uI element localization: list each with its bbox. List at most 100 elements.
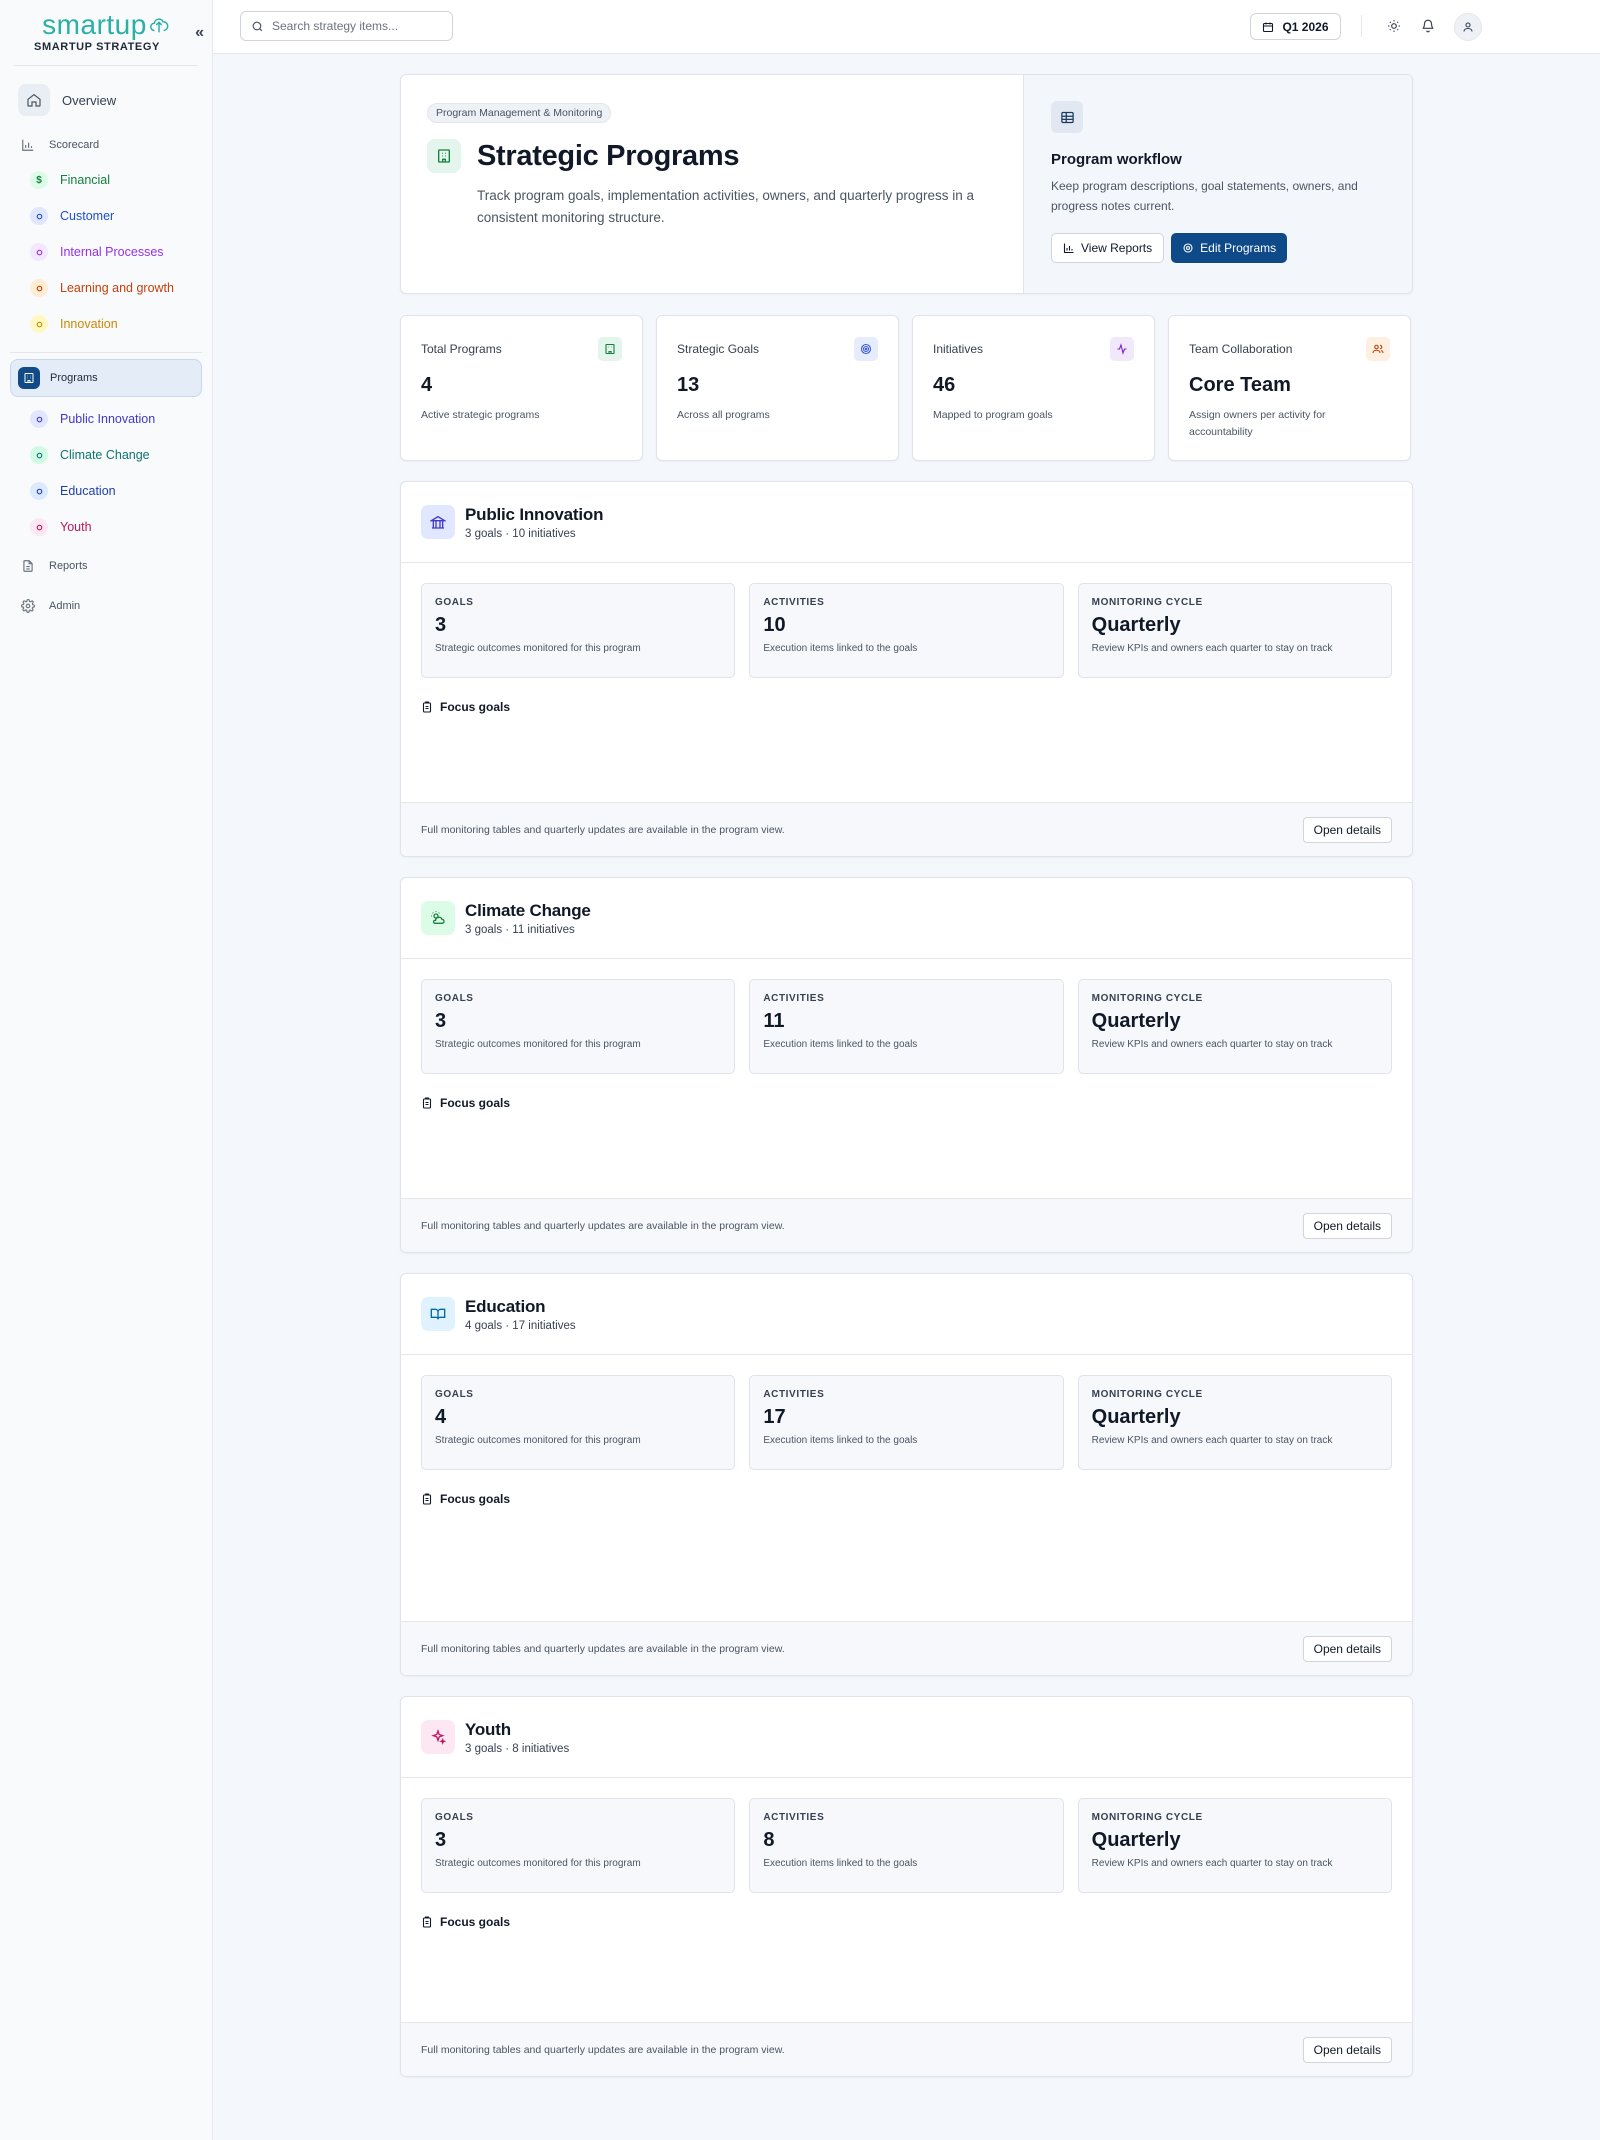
monitoring-cycle-metric: MONITORING CYCLE Quarterly Review KPIs and…: [1077, 979, 1392, 1074]
sidebar-item-programs[interactable]: Programs: [10, 359, 202, 397]
open-details-button[interactable]: Open details: [1302, 2036, 1392, 2063]
public-innovation-icon: [30, 410, 48, 428]
stat-value: Core Team: [1189, 374, 1291, 396]
sidebar-item-label: Climate Change: [60, 448, 150, 462]
metric-subtext: Review KPIs and owners each quarter to s…: [1091, 643, 1333, 654]
program-card-footer: Full monitoring tables and quarterly upd…: [401, 1198, 1412, 1252]
program-meta: 4 goals · 17 initiatives: [465, 1319, 576, 1332]
youth-icon: [30, 518, 48, 536]
collapse-sidebar-button[interactable]: «: [195, 24, 204, 42]
brand: smartup SMARTUP STRATEGY «: [14, 0, 204, 66]
search-icon: [252, 21, 263, 31]
program-card-body: GOALS 3 Strategic outcomes monitored for t…: [401, 959, 1412, 1198]
education-icon: [30, 482, 48, 500]
home-icon: [18, 84, 50, 116]
gear-icon: [19, 597, 37, 615]
sidebar-item-overview[interactable]: Overview: [10, 80, 202, 120]
metric-value: Quarterly: [1091, 1010, 1181, 1032]
search-box[interactable]: [240, 11, 453, 41]
sidebar: smartup SMARTUP STRATEGY « Overview Scor…: [0, 0, 213, 2140]
sidebar-item-innovation[interactable]: Innovation: [10, 306, 202, 342]
metric-value: 17: [763, 1406, 786, 1428]
view-reports-button[interactable]: View Reports: [1051, 233, 1165, 263]
monitoring-cycle-metric: MONITORING CYCLE Quarterly Review KPIs and…: [1077, 1375, 1392, 1470]
program-name: Youth: [465, 1719, 511, 1739]
metric-label: ACTIVITIES: [763, 1389, 825, 1400]
search-input[interactable]: [272, 19, 442, 33]
page-title: Strategic Programs: [477, 139, 740, 172]
open-book-icon: [421, 1297, 455, 1331]
open-details-button[interactable]: Open details: [1302, 1635, 1392, 1662]
activities-metric: ACTIVITIES 17 Execution items linked to th…: [749, 1375, 1064, 1470]
metric-label: ACTIVITIES: [763, 1812, 825, 1823]
sidebar-item-financial[interactable]: $ Financial: [10, 162, 202, 198]
sidebar-item-internal-processes[interactable]: Internal Processes: [10, 234, 202, 270]
sidebar-divider: [10, 352, 202, 353]
metric-label: ACTIVITIES: [763, 993, 825, 1004]
metric-subtext: Strategic outcomes monitored for this pr…: [435, 1435, 641, 1446]
edit-programs-button[interactable]: Edit Programs: [1171, 233, 1288, 263]
logo[interactable]: smartup: [42, 11, 170, 39]
program-card-education: Education 4 goals · 17 initiatives GOALS 4 S…: [400, 1273, 1413, 1676]
clipboard-icon: [422, 1493, 432, 1505]
sidebar-item-label: Learning and growth: [60, 281, 174, 295]
metric-subtext: Review KPIs and owners each quarter to s…: [1091, 1858, 1333, 1869]
bell-icon[interactable]: [1417, 15, 1439, 37]
theme-toggle-sun-icon[interactable]: [1383, 15, 1405, 37]
user-avatar[interactable]: [1454, 13, 1482, 41]
sidebar-item-public-innovation[interactable]: Public Innovation: [10, 401, 202, 437]
stat-card-total-programs: Total Programs 4 Active strategic progra…: [400, 315, 643, 461]
sidebar-item-scorecard[interactable]: Scorecard: [10, 128, 202, 162]
metric-label: MONITORING CYCLE: [1091, 597, 1203, 608]
target-icon: [854, 337, 878, 361]
program-meta: 3 goals · 11 initiatives: [465, 923, 575, 936]
top-separator: [1361, 15, 1362, 37]
sidebar-item-label: Reports: [49, 560, 88, 572]
sidebar-item-reports[interactable]: Reports: [10, 549, 202, 583]
sidebar-item-admin[interactable]: Admin: [10, 589, 202, 623]
focus-goals-label: Focus goals: [440, 700, 511, 714]
sidebar-item-learning-and-growth[interactable]: Learning and growth: [10, 270, 202, 306]
focus-goals-heading: Focus goals: [421, 1096, 1392, 1110]
table-icon: [1051, 101, 1083, 133]
metric-label: MONITORING CYCLE: [1091, 1389, 1203, 1400]
monitoring-cycle-metric: MONITORING CYCLE Quarterly Review KPIs and…: [1077, 583, 1392, 678]
activities-metric: ACTIVITIES 10 Execution items linked to th…: [749, 583, 1064, 678]
gear-icon: [1183, 243, 1193, 253]
top-bar: Q1 2026: [213, 0, 1600, 54]
sidebar-item-label: Internal Processes: [60, 245, 164, 259]
metric-subtext: Strategic outcomes monitored for this pr…: [435, 643, 641, 654]
building-icon: [598, 337, 622, 361]
user-icon: [1463, 22, 1473, 32]
sidebar-nav: Overview Scorecard $ Financial Customer Int…: [0, 66, 212, 637]
footer-note: Full monitoring tables and quarterly upd…: [421, 1219, 785, 1232]
open-details-button[interactable]: Open details: [1302, 1212, 1392, 1239]
sidebar-item-climate-change[interactable]: Climate Change: [10, 437, 202, 473]
stat-label: Initiatives: [933, 342, 984, 356]
quarter-selector[interactable]: Q1 2026: [1250, 13, 1341, 40]
goals-metric: GOALS 4 Strategic outcomes monitored for t…: [421, 1375, 736, 1470]
program-meta: 3 goals · 8 initiatives: [465, 1742, 570, 1755]
sidebar-item-customer[interactable]: Customer: [10, 198, 202, 234]
calendar-icon: [1263, 22, 1274, 32]
quarter-label: Q1 2026: [1282, 19, 1329, 34]
metric-label: GOALS: [435, 597, 474, 608]
sidebar-item-education[interactable]: Education: [10, 473, 202, 509]
sidebar-item-label: Education: [60, 484, 116, 498]
sidebar-item-youth[interactable]: Youth: [10, 509, 202, 545]
metric-value: Quarterly: [1091, 614, 1181, 636]
footer-note: Full monitoring tables and quarterly upd…: [421, 2043, 785, 2056]
financial-icon: $: [30, 171, 48, 189]
stat-subtext: Across all programs: [677, 409, 770, 421]
program-card-body: GOALS 3 Strategic outcomes monitored for t…: [401, 1778, 1412, 2022]
program-card-header: Public Innovation 3 goals · 10 initiative…: [401, 482, 1412, 563]
goals-metric: GOALS 3 Strategic outcomes monitored for t…: [421, 1798, 736, 1893]
sidebar-item-label: Innovation: [60, 317, 118, 331]
program-name: Education: [465, 1296, 546, 1316]
focus-goals-heading: Focus goals: [421, 1915, 1392, 1929]
focus-goals-label: Focus goals: [440, 1096, 511, 1110]
open-details-button[interactable]: Open details: [1302, 816, 1392, 843]
metric-subtext: Execution items linked to the goals: [763, 643, 918, 654]
focus-goals-list: [421, 1929, 1392, 2022]
focus-goals-heading: Focus goals: [421, 700, 1392, 714]
